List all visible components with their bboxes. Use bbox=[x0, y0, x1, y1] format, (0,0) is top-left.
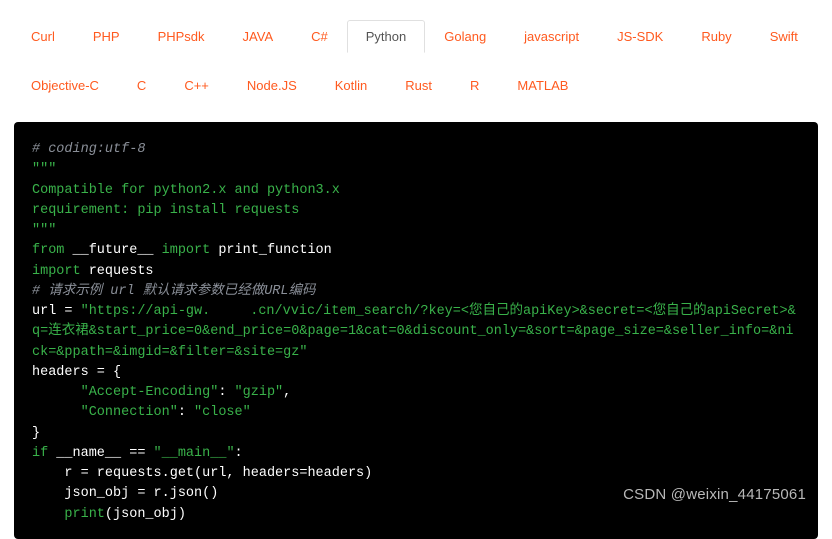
code-line: requirement: pip install requests bbox=[32, 201, 800, 221]
code-line: "Connection": "close" bbox=[32, 403, 800, 423]
code-line: """ bbox=[32, 160, 800, 180]
code-line: url = "https://api-gw..cn/vvic/item_sear… bbox=[32, 302, 800, 363]
tab-kotlin[interactable]: Kotlin bbox=[316, 69, 387, 102]
tab-phpsdk[interactable]: PHPsdk bbox=[139, 20, 224, 53]
tab-objc[interactable]: Objective-C bbox=[12, 69, 118, 102]
tab-java[interactable]: JAVA bbox=[224, 20, 293, 53]
code-line: import requests bbox=[32, 262, 800, 282]
tab-ruby[interactable]: Ruby bbox=[682, 20, 750, 53]
tab-jssdk[interactable]: JS-SDK bbox=[598, 20, 682, 53]
tab-c[interactable]: C bbox=[118, 69, 165, 102]
tab-matlab[interactable]: MATLAB bbox=[498, 69, 587, 102]
language-tabs-row2: Objective-CCC++Node.JSKotlinRustRMATLAB bbox=[0, 65, 832, 116]
code-line: } bbox=[32, 424, 800, 444]
tab-rust[interactable]: Rust bbox=[386, 69, 451, 102]
tab-csharp[interactable]: C# bbox=[292, 20, 347, 53]
tab-nodejs[interactable]: Node.JS bbox=[228, 69, 316, 102]
code-sample: # coding:utf-8 """ Compatible for python… bbox=[14, 122, 818, 539]
code-line: json_obj = r.json() bbox=[32, 484, 800, 504]
tab-php[interactable]: PHP bbox=[74, 20, 139, 53]
code-line: # 请求示例 url 默认请求参数已经做URL编码 bbox=[32, 282, 800, 302]
tab-python[interactable]: Python bbox=[347, 20, 425, 53]
tab-cpp[interactable]: C++ bbox=[165, 69, 228, 102]
code-line: # coding:utf-8 bbox=[32, 140, 800, 160]
code-line: r = requests.get(url, headers=headers) bbox=[32, 464, 800, 484]
language-tabs-row1: CurlPHPPHPsdkJAVAC#PythonGolangjavascrip… bbox=[0, 0, 832, 65]
code-line: headers = { bbox=[32, 363, 800, 383]
code-line: Compatible for python2.x and python3.x bbox=[32, 181, 800, 201]
code-line: """ bbox=[32, 221, 800, 241]
tab-golang[interactable]: Golang bbox=[425, 20, 505, 53]
tab-r[interactable]: R bbox=[451, 69, 498, 102]
code-line: from __future__ import print_function bbox=[32, 241, 800, 261]
code-line: "Accept-Encoding": "gzip", bbox=[32, 383, 800, 403]
tab-curl[interactable]: Curl bbox=[12, 20, 74, 53]
tab-javascript[interactable]: javascript bbox=[505, 20, 598, 53]
code-line: print(json_obj) bbox=[32, 505, 800, 525]
tab-swift[interactable]: Swift bbox=[751, 20, 817, 53]
redacted-block bbox=[210, 305, 250, 316]
code-line: if __name__ == "__main__": bbox=[32, 444, 800, 464]
